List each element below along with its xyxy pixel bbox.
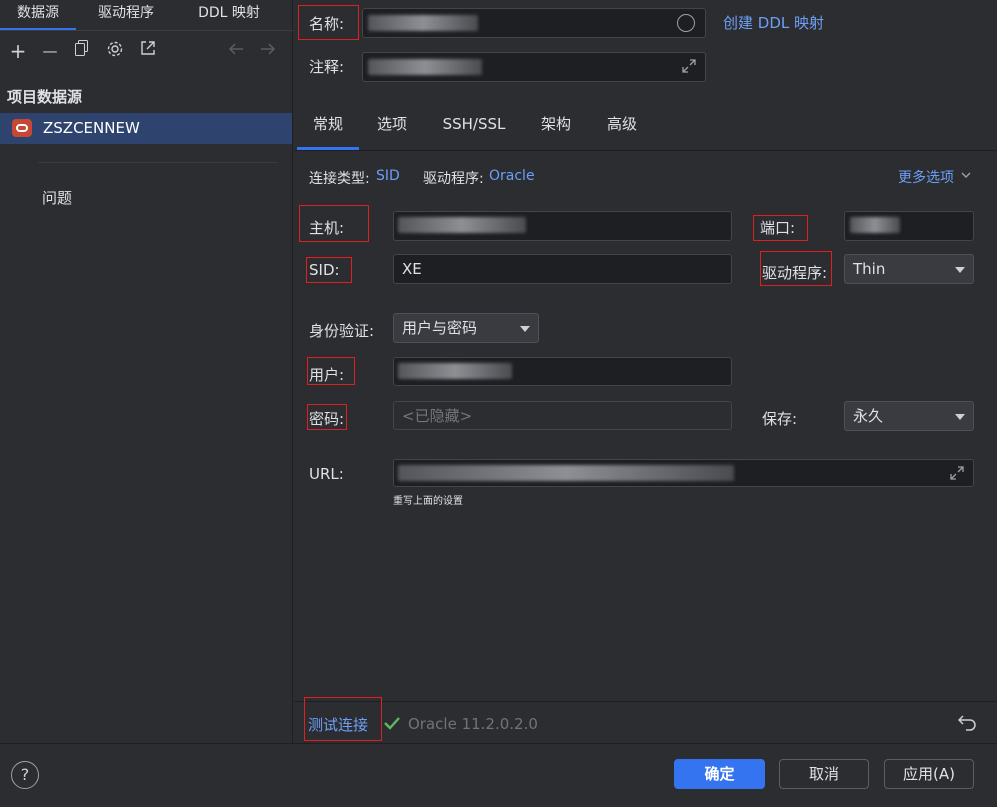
password-input[interactable] <box>393 401 732 430</box>
url-label: URL: <box>309 465 344 483</box>
redacted-user <box>398 363 512 379</box>
auth-label: 身份验证: <box>309 322 375 340</box>
help-icon[interactable]: ? <box>11 761 39 789</box>
driver-select-value: Thin <box>853 260 886 278</box>
tab-options[interactable]: 选项 <box>366 112 418 150</box>
remove-icon[interactable]: — <box>39 40 61 62</box>
comment-label: 注释: <box>309 58 345 76</box>
more-options-link[interactable]: 更多选项 <box>898 167 954 187</box>
tab-general[interactable]: 常规 <box>297 112 359 150</box>
driver-select[interactable]: Thin <box>844 254 974 284</box>
cancel-button[interactable]: 取消 <box>779 759 869 789</box>
highlight-box <box>753 215 808 241</box>
dropdown-arrow-icon <box>520 326 530 332</box>
datasource-name[interactable]: ZSZCENNEW <box>43 119 140 137</box>
conn-type-value[interactable]: SID <box>376 168 400 184</box>
highlight-box <box>307 404 347 430</box>
export-icon[interactable] <box>137 40 159 62</box>
sid-input[interactable]: XE <box>393 254 732 284</box>
highlight-box <box>298 5 359 40</box>
redacted-host <box>398 217 526 233</box>
oracle-icon <box>12 119 32 137</box>
expand-icon[interactable] <box>950 466 964 480</box>
section-title: 项目数据源 <box>7 88 83 106</box>
url-hint: 重写上面的设置 <box>393 496 463 507</box>
settings-icon[interactable] <box>104 40 126 62</box>
undo-icon[interactable] <box>957 713 978 731</box>
highlight-box <box>306 257 352 283</box>
highlight-box <box>304 697 382 741</box>
redacted-comment <box>368 59 482 75</box>
driver-value[interactable]: Oracle <box>489 168 535 184</box>
save-label: 保存: <box>762 410 798 428</box>
dropdown-arrow-icon <box>955 414 965 420</box>
tab-schema[interactable]: 架构 <box>530 112 582 150</box>
ok-button[interactable]: 确定 <box>674 759 765 789</box>
highlight-box <box>760 251 832 286</box>
left-panel: 数据源 驱动程序 DDL 映射 + — 项目数据源 ZSZCENNEW 问题 <box>0 0 293 743</box>
redacted-name <box>368 15 478 31</box>
redacted-url <box>398 465 734 481</box>
color-picker-icon[interactable] <box>677 14 695 32</box>
add-icon[interactable]: + <box>7 40 29 62</box>
forward-arrow-icon[interactable] <box>257 40 279 62</box>
highlight-box <box>299 205 369 242</box>
driver-label: 驱动程序: <box>423 171 484 187</box>
auth-select[interactable]: 用户与密码 <box>393 313 539 343</box>
tab-ssh-ssl[interactable]: SSH/SSL <box>432 112 516 150</box>
expand-icon[interactable] <box>682 59 696 73</box>
back-arrow-icon[interactable] <box>225 40 247 62</box>
save-select-value: 永久 <box>853 407 884 425</box>
tab-ddl-mapping[interactable]: DDL 映射 <box>182 0 276 30</box>
chevron-down-icon[interactable] <box>960 169 972 181</box>
redacted-port <box>850 217 900 233</box>
dropdown-arrow-icon <box>955 267 965 273</box>
auth-select-value: 用户与密码 <box>402 319 478 337</box>
driver-version: Oracle 11.2.0.2.0 <box>408 715 538 733</box>
create-ddl-mapping-link[interactable]: 创建 DDL 映射 <box>723 12 824 33</box>
highlight-box <box>307 357 355 385</box>
copy-icon[interactable] <box>71 40 93 62</box>
tab-drivers[interactable]: 驱动程序 <box>84 0 168 30</box>
apply-button[interactable]: 应用(A) <box>884 759 974 789</box>
tab-advanced[interactable]: 高级 <box>596 112 648 150</box>
problems-label[interactable]: 问题 <box>42 187 72 208</box>
save-select[interactable]: 永久 <box>844 401 974 431</box>
conn-type-label: 连接类型: <box>309 171 370 187</box>
tab-datasources[interactable]: 数据源 <box>0 0 76 30</box>
check-icon <box>383 715 401 731</box>
